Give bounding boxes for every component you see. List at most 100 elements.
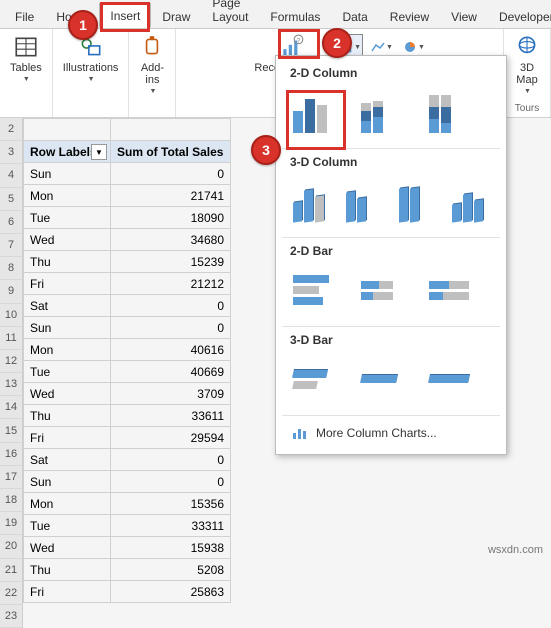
100-stacked-column-thumb[interactable] — [426, 88, 484, 136]
cell-value[interactable]: 0 — [111, 471, 231, 493]
table-row[interactable]: Thu33611 — [24, 405, 231, 427]
3d-stacked-bar-thumb[interactable] — [358, 355, 416, 403]
pivot-table[interactable]: Row Labels▼ Sum of Total Sales Sun0Mon21… — [23, 118, 231, 603]
cell-day[interactable]: Thu — [24, 251, 111, 273]
table-row[interactable]: Wed15938 — [24, 537, 231, 559]
table-row[interactable]: Sat0 — [24, 449, 231, 471]
cell-value[interactable]: 33311 — [111, 515, 231, 537]
cell-day[interactable]: Sat — [24, 295, 111, 317]
tab-insert[interactable]: Insert — [99, 3, 151, 28]
table-row[interactable]: Thu15239 — [24, 251, 231, 273]
3d-map-button[interactable]: 3D Map ▼ — [512, 32, 542, 96]
cell-day[interactable]: Sun — [24, 163, 111, 185]
filter-dropdown-icon[interactable]: ▼ — [91, 144, 107, 160]
row-number[interactable]: 13 — [0, 373, 23, 396]
cell-day[interactable]: Wed — [24, 537, 111, 559]
table-row[interactable]: Sat0 — [24, 295, 231, 317]
table-row[interactable]: Fri25863 — [24, 581, 231, 603]
tab-draw[interactable]: Draw — [151, 4, 201, 28]
row-number[interactable]: 18 — [0, 489, 23, 512]
clustered-bar-thumb[interactable] — [290, 266, 348, 314]
cell-day[interactable]: Sun — [24, 317, 111, 339]
table-row[interactable]: Sun0 — [24, 471, 231, 493]
row-number[interactable]: 10 — [0, 304, 23, 327]
cell-value[interactable]: 40669 — [111, 361, 231, 383]
cell-day[interactable]: Tue — [24, 515, 111, 537]
cell-value[interactable]: 3709 — [111, 383, 231, 405]
cell-value[interactable]: 21741 — [111, 185, 231, 207]
cell-value[interactable]: 33611 — [111, 405, 231, 427]
row-number[interactable]: 12 — [0, 350, 23, 373]
cell-day[interactable]: Tue — [24, 361, 111, 383]
tab-formulas[interactable]: Formulas — [259, 4, 331, 28]
table-row[interactable]: Fri29594 — [24, 427, 231, 449]
row-number[interactable]: 3 — [0, 141, 23, 164]
cell-value[interactable]: 0 — [111, 295, 231, 317]
cell-day[interactable]: Tue — [24, 207, 111, 229]
row-number[interactable]: 23 — [0, 605, 23, 628]
row-number[interactable]: 15 — [0, 419, 23, 442]
cell-value[interactable]: 15239 — [111, 251, 231, 273]
row-number[interactable]: 6 — [0, 211, 23, 234]
cell-day[interactable]: Fri — [24, 427, 111, 449]
table-row[interactable]: Fri21212 — [24, 273, 231, 295]
header-sum[interactable]: Sum of Total Sales — [111, 141, 231, 163]
cell-day[interactable]: Mon — [24, 339, 111, 361]
3d-100-stacked-bar-thumb[interactable] — [426, 355, 484, 403]
header-row-labels[interactable]: Row Labels▼ — [24, 141, 111, 163]
cell-day[interactable]: Fri — [24, 581, 111, 603]
cell-value[interactable]: 21212 — [111, 273, 231, 295]
stacked-column-thumb[interactable] — [358, 88, 416, 136]
cell-value[interactable]: 15356 — [111, 493, 231, 515]
cell-day[interactable]: Sat — [24, 449, 111, 471]
cell-value[interactable]: 15938 — [111, 537, 231, 559]
row-number[interactable]: 11 — [0, 327, 23, 350]
table-row[interactable]: Sun0 — [24, 163, 231, 185]
table-row[interactable]: Wed34680 — [24, 229, 231, 251]
row-number[interactable]: 9 — [0, 280, 23, 303]
table-row[interactable]: Mon21741 — [24, 185, 231, 207]
cell-day[interactable]: Mon — [24, 185, 111, 207]
tab-data[interactable]: Data — [331, 4, 378, 28]
row-number[interactable]: 5 — [0, 188, 23, 211]
cell-value[interactable]: 40616 — [111, 339, 231, 361]
table-row[interactable]: Mon40616 — [24, 339, 231, 361]
cell-value[interactable]: 0 — [111, 163, 231, 185]
tables-button[interactable]: Tables ▼ — [8, 32, 44, 84]
3d-column-thumb[interactable] — [449, 177, 492, 225]
more-column-charts[interactable]: More Column Charts... — [276, 418, 506, 448]
cell-value[interactable]: 29594 — [111, 427, 231, 449]
tab-file[interactable]: File — [4, 4, 45, 28]
tab-view[interactable]: View — [440, 4, 488, 28]
stacked-bar-thumb[interactable] — [358, 266, 416, 314]
cell-day[interactable]: Sun — [24, 471, 111, 493]
cell-value[interactable]: 18090 — [111, 207, 231, 229]
row-number[interactable]: 20 — [0, 535, 23, 558]
table-row[interactable]: Sun0 — [24, 317, 231, 339]
cell-day[interactable]: Wed — [24, 229, 111, 251]
row-number[interactable]: 22 — [0, 582, 23, 605]
table-row[interactable]: Tue33311 — [24, 515, 231, 537]
tab-developer[interactable]: Developer — [488, 4, 551, 28]
row-number[interactable]: 2 — [0, 118, 23, 141]
row-number[interactable]: 19 — [0, 512, 23, 535]
row-number[interactable]: 7 — [0, 234, 23, 257]
3d-stacked-column-thumb[interactable] — [343, 177, 386, 225]
illustrations-button[interactable]: Illustrations ▼ — [61, 32, 121, 84]
row-number[interactable]: 17 — [0, 466, 23, 489]
tab-page-layout[interactable]: Page Layout — [201, 0, 259, 28]
row-number[interactable]: 4 — [0, 164, 23, 187]
table-row[interactable]: Wed3709 — [24, 383, 231, 405]
cell-value[interactable]: 25863 — [111, 581, 231, 603]
table-row[interactable]: Tue40669 — [24, 361, 231, 383]
3d-100-stacked-thumb[interactable] — [396, 177, 439, 225]
row-number[interactable]: 16 — [0, 443, 23, 466]
clustered-column-thumb[interactable] — [290, 88, 348, 136]
cell-value[interactable]: 0 — [111, 449, 231, 471]
cell-day[interactable]: Mon — [24, 493, 111, 515]
cell-day[interactable]: Wed — [24, 383, 111, 405]
addins-button[interactable]: Add- ins ▼ — [137, 32, 167, 96]
row-number[interactable]: 8 — [0, 257, 23, 280]
3d-clustered-column-thumb[interactable] — [290, 177, 333, 225]
table-row[interactable]: Tue18090 — [24, 207, 231, 229]
